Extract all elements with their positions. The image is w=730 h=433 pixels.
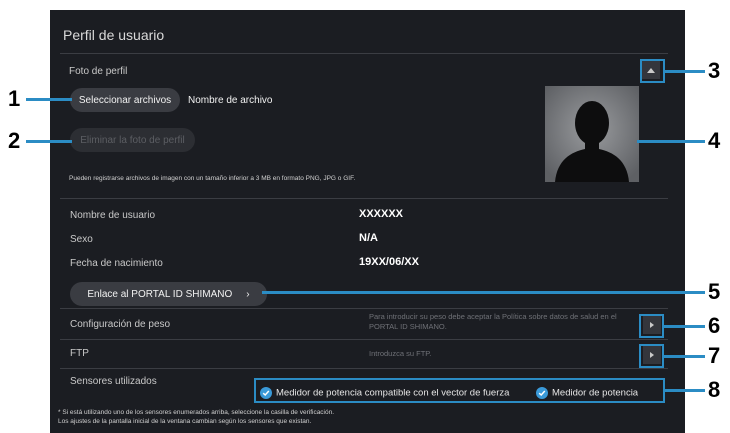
username-label: Nombre de usuario bbox=[70, 210, 156, 221]
callout-line-5 bbox=[262, 291, 705, 294]
select-files-button[interactable]: Seleccionar archivos bbox=[70, 88, 180, 112]
birthdate-label: Fecha de nacimiento bbox=[70, 258, 163, 269]
divider bbox=[60, 198, 668, 199]
callout-number-4: 4 bbox=[708, 128, 721, 153]
weight-settings-label: Configuración de peso bbox=[70, 319, 171, 330]
birthdate-value: 19XX/06/XX bbox=[359, 256, 419, 268]
user-silhouette-icon bbox=[545, 86, 639, 182]
sex-value: N/A bbox=[359, 232, 378, 244]
callout-line-8 bbox=[665, 389, 705, 392]
profile-photo-avatar bbox=[545, 86, 639, 182]
callout-line-2 bbox=[26, 140, 72, 143]
callout-box-6 bbox=[639, 314, 664, 338]
callout-line-6 bbox=[664, 325, 705, 328]
callout-number-2: 2 bbox=[8, 128, 21, 153]
callout-box-8 bbox=[254, 378, 665, 403]
username-value: XXXXXX bbox=[359, 208, 404, 220]
divider bbox=[60, 308, 668, 309]
file-name-label: Nombre de archivo bbox=[188, 95, 273, 106]
shimano-portal-link-button[interactable]: Enlace al PORTAL ID SHIMANO › bbox=[70, 282, 267, 306]
callout-number-3: 3 bbox=[708, 58, 721, 83]
callout-number-5: 5 bbox=[708, 279, 721, 304]
ftp-label: FTP bbox=[70, 348, 89, 359]
callout-number-6: 6 bbox=[708, 313, 721, 338]
divider bbox=[60, 339, 668, 340]
divider bbox=[60, 53, 668, 54]
weight-hint-line2: PORTAL ID SHIMANO. bbox=[369, 322, 447, 331]
sensors-label: Sensores utilizados bbox=[70, 376, 157, 387]
callout-box-7 bbox=[639, 344, 664, 368]
callout-line-1 bbox=[26, 98, 72, 101]
profile-photo-label: Foto de perfil bbox=[69, 66, 128, 77]
weight-hint: Para introducir su peso debe aceptar la … bbox=[369, 312, 617, 332]
weight-hint-line1: Para introducir su peso debe aceptar la … bbox=[369, 312, 617, 321]
callout-number-8: 8 bbox=[708, 377, 721, 402]
callout-line-7 bbox=[664, 355, 705, 358]
portal-link-label: Enlace al PORTAL ID SHIMANO bbox=[87, 288, 233, 300]
sensors-note-line2: Los ajustes de la pantalla inicial de la… bbox=[58, 418, 312, 425]
delete-photo-button[interactable]: Eliminar la foto de perfil bbox=[70, 128, 195, 152]
sex-label: Sexo bbox=[70, 234, 93, 245]
callout-number-1: 1 bbox=[8, 86, 21, 111]
sensors-note-line1: * Si está utilizando uno de los sensores… bbox=[58, 409, 335, 416]
callout-number-7: 7 bbox=[708, 343, 721, 368]
chevron-right-icon: › bbox=[246, 288, 250, 300]
callout-box-3 bbox=[640, 59, 665, 83]
photo-format-note: Pueden registrarse archivos de imagen co… bbox=[69, 175, 356, 182]
callout-line-4 bbox=[637, 140, 705, 143]
divider bbox=[60, 368, 668, 369]
ftp-hint: Introduzca su FTP. bbox=[369, 349, 432, 358]
callout-line-3 bbox=[665, 70, 705, 73]
sensors-note: * Si está utilizando uno de los sensores… bbox=[58, 408, 334, 426]
user-profile-panel: Perfil de usuario Foto de perfil Selecci… bbox=[50, 10, 685, 433]
page-title: Perfil de usuario bbox=[63, 27, 165, 43]
